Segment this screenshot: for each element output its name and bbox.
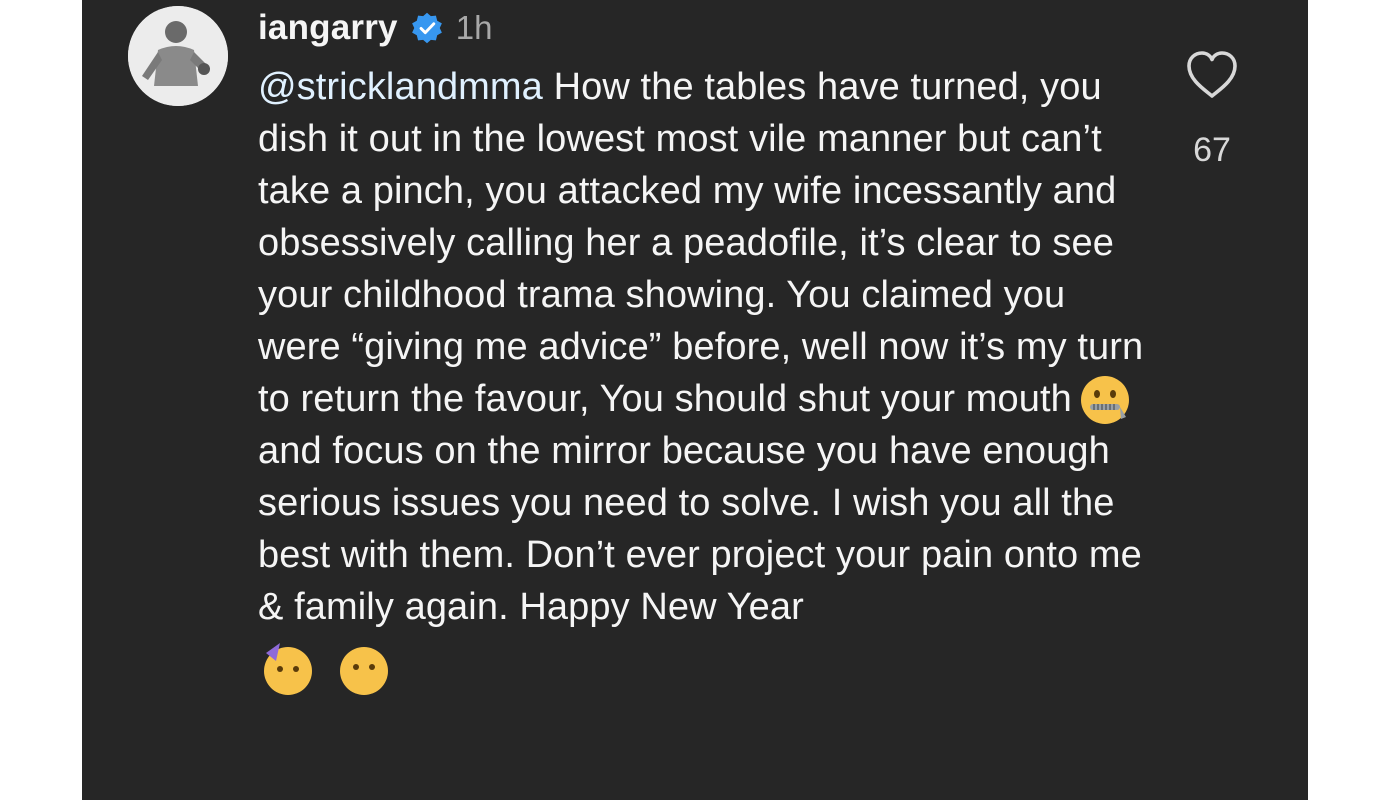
comment-text-part2: and focus on the mirror because you have…	[258, 430, 1142, 628]
verified-badge-icon	[410, 11, 444, 45]
zipper-mouth-face-emoji	[1078, 376, 1132, 424]
comment-header: iangarry 1h	[258, 0, 1158, 56]
partying-face-emoji	[258, 639, 318, 699]
comment: iangarry 1h @stricklandmma How the table…	[258, 0, 1158, 699]
smiley-face-emoji	[334, 639, 394, 699]
timestamp: 1h	[455, 9, 493, 46]
like-column: 67	[1182, 50, 1242, 170]
avatar-image	[128, 6, 228, 106]
avatar[interactable]	[128, 6, 228, 106]
mention-link[interactable]: @stricklandmma	[258, 66, 543, 108]
heart-icon[interactable]	[1185, 50, 1239, 100]
comment-text-part1: How the tables have turned, you dish it …	[258, 66, 1144, 420]
comment-panel: iangarry 1h @stricklandmma How the table…	[82, 0, 1308, 800]
like-count: 67	[1193, 131, 1231, 169]
comment-body: @stricklandmma How the tables have turne…	[258, 61, 1158, 633]
username[interactable]: iangarry	[258, 8, 398, 48]
trailing-emojis	[258, 639, 1158, 699]
